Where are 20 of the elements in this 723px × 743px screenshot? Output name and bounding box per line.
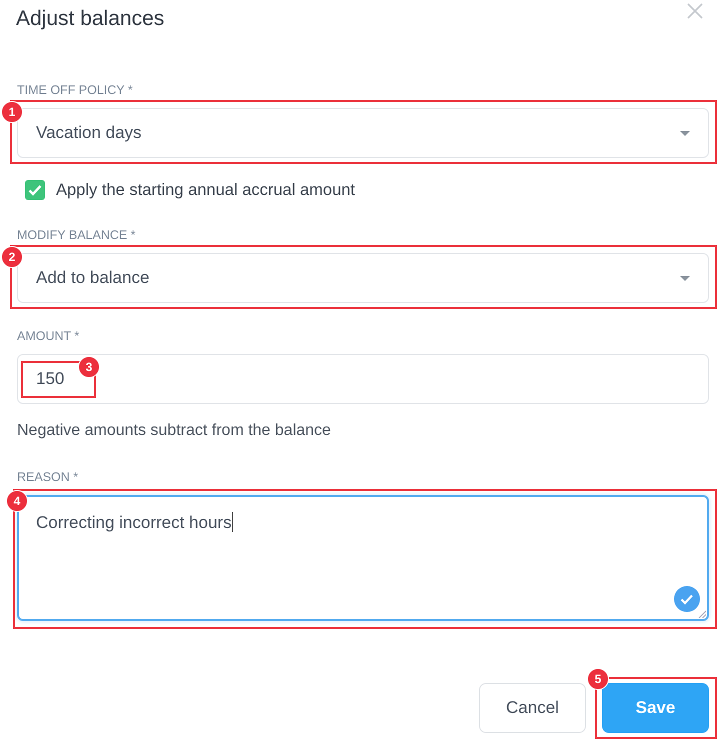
select-dropdown[interactable]: Add to balance: [17, 253, 709, 303]
field-label: AMOUNT *: [17, 329, 80, 343]
dialog-title: Adjust balances: [16, 6, 164, 32]
step-badge: 4: [6, 490, 28, 512]
resize-handle-icon[interactable]: [698, 610, 706, 618]
select-dropdown[interactable]: Vacation days: [17, 108, 709, 158]
checkbox[interactable]: [25, 180, 45, 200]
checkmark-icon: [28, 184, 42, 196]
caret-icon: [680, 130, 690, 136]
step-badge: 5: [587, 668, 609, 690]
checkbox-label: Apply the starting annual accrual amount: [56, 180, 356, 200]
caret-icon: [680, 276, 690, 280]
field-label: REASON *: [17, 470, 80, 484]
step-badge: 1: [1, 101, 23, 123]
close-icon[interactable]: [687, 3, 703, 19]
cancel-button[interactable]: Cancel: [479, 683, 586, 733]
help-text: Negative amounts subtract from the balance: [17, 422, 332, 440]
field-label: MODIFY BALANCE *: [17, 228, 137, 242]
step-badge: 2: [1, 246, 23, 268]
field-label: TIME OFF POLICY *: [17, 83, 134, 97]
